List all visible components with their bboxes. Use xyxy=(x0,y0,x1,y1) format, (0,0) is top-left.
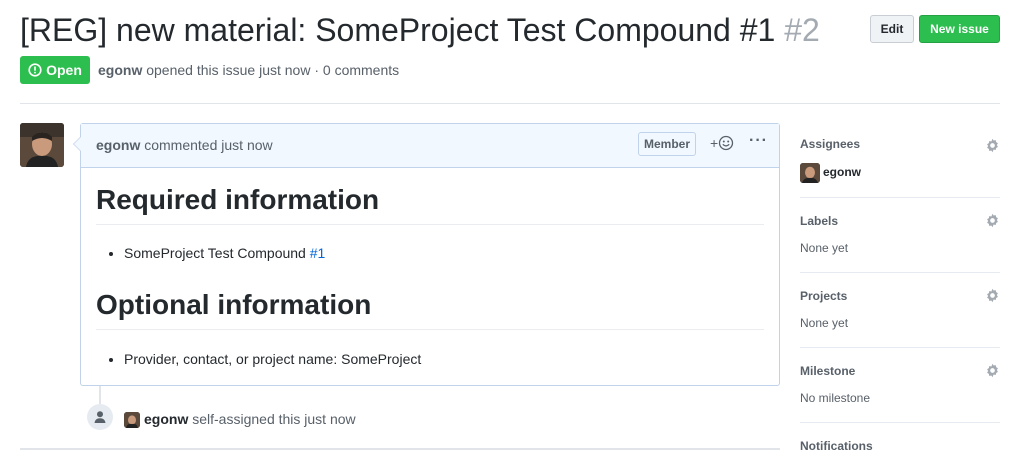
issue-opened-icon xyxy=(28,63,42,77)
add-reaction-plus: + xyxy=(710,135,719,151)
milestone-gear-icon[interactable] xyxy=(985,363,1000,378)
comment-action: commented just now xyxy=(144,137,273,153)
assignees-heading[interactable]: Assignees xyxy=(800,137,860,151)
assignee-avatar[interactable] xyxy=(800,163,820,183)
heading-optional-information: Optional information xyxy=(96,286,764,330)
required-item-text: SomeProject Test Compound xyxy=(124,245,306,261)
sidebar-milestone: Milestone No milestone xyxy=(800,348,1000,423)
assignee-name[interactable]: egonw xyxy=(823,165,861,179)
milestone-value: No milestone xyxy=(800,391,871,405)
sidebar-assignees: Assignees egonw xyxy=(800,123,1000,198)
projects-gear-icon[interactable] xyxy=(985,288,1000,303)
comment-options-button[interactable]: ··· xyxy=(749,132,768,150)
add-reaction-button[interactable]: + xyxy=(710,135,734,151)
comment-author-avatar[interactable] xyxy=(20,123,64,167)
header-divider xyxy=(20,103,1000,104)
labels-heading[interactable]: Labels xyxy=(800,214,838,228)
edit-button[interactable]: Edit xyxy=(870,15,914,43)
comment-box: egonw commented just now Member + ··· Re… xyxy=(73,123,780,386)
timeline-bottom-divider xyxy=(20,448,780,450)
event-actor-link[interactable]: egonw xyxy=(144,411,188,427)
person-icon xyxy=(87,404,113,430)
projects-heading[interactable]: Projects xyxy=(800,289,847,303)
heading-required-information: Required information xyxy=(96,181,764,225)
timeline-line xyxy=(99,386,101,404)
list-item: Provider, contact, or project name: Some… xyxy=(124,351,421,367)
required-list: SomeProject Test Compound #1 xyxy=(96,245,325,261)
issue-state-badge: Open xyxy=(20,56,90,84)
issue-state-label: Open xyxy=(46,62,82,78)
sidebar-projects: Projects None yet xyxy=(800,273,1000,348)
event-text: self-assigned this just now xyxy=(192,411,356,427)
issue-title: [REG] new material: SomeProject Test Com… xyxy=(20,10,820,50)
issue-title-text: [REG] new material: SomeProject Test Com… xyxy=(20,12,776,48)
issue-meta-text: opened this issue just now · 0 comments xyxy=(146,62,400,78)
sidebar-labels: Labels None yet xyxy=(800,198,1000,273)
comment-byline: egonw commented just now xyxy=(96,137,273,153)
labels-value: None yet xyxy=(800,241,849,255)
labels-gear-icon[interactable] xyxy=(985,213,1000,228)
projects-value: None yet xyxy=(800,316,849,330)
assignees-gear-icon[interactable] xyxy=(985,138,1000,153)
timeline-event: egonw self-assigned this just now xyxy=(144,411,356,427)
comment-header: egonw commented just now Member + ··· xyxy=(81,124,779,168)
milestone-heading[interactable]: Milestone xyxy=(800,364,855,378)
notifications-heading: Notifications xyxy=(800,439,873,453)
smiley-icon xyxy=(719,135,734,151)
optional-list: Provider, contact, or project name: Some… xyxy=(96,351,421,367)
event-actor-avatar[interactable] xyxy=(124,412,140,428)
issue-author-link[interactable]: egonw xyxy=(98,62,142,78)
issue-meta: egonw opened this issue just now · 0 com… xyxy=(98,62,399,78)
comment-author-link[interactable]: egonw xyxy=(96,137,140,153)
new-issue-button[interactable]: New issue xyxy=(919,15,1000,43)
list-item: SomeProject Test Compound #1 xyxy=(124,245,325,261)
member-badge: Member xyxy=(638,132,696,156)
issue-number: #2 xyxy=(784,12,820,48)
issue-reference-link[interactable]: #1 xyxy=(310,245,326,261)
